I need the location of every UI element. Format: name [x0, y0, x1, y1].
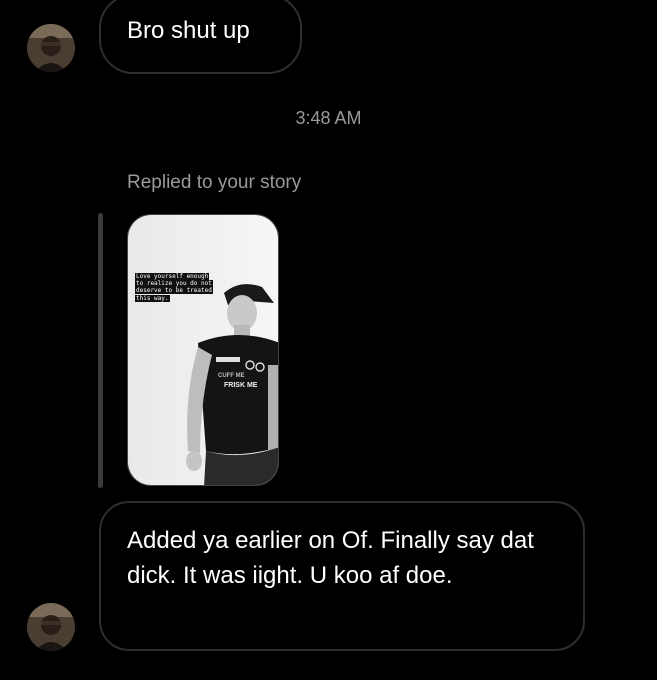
story-caption-line: Love yourself enough	[135, 273, 210, 280]
shirt-text-mid: CUFF ME	[218, 373, 245, 379]
message-bubble-incoming[interactable]: Bro shut up	[99, 0, 302, 74]
person-avatar-image	[27, 24, 75, 72]
shirt-text-bottom: FRISK ME	[224, 382, 258, 389]
person-avatar-image	[27, 603, 75, 651]
story-thumbnail[interactable]: CUFF ME FRISK ME Love yourself enough to…	[127, 214, 279, 486]
message-bubble-incoming[interactable]: Added ya earlier on Of. Finally say dat …	[99, 501, 585, 651]
story-caption: Love yourself enough to realize you do n…	[135, 273, 213, 302]
message-text: Added ya earlier on Of. Finally say dat …	[127, 527, 534, 589]
reply-indicator-bar	[98, 213, 103, 488]
story-caption-line: deserve to be treated	[135, 287, 213, 295]
story-caption-line: to realize you do not	[135, 280, 213, 288]
sender-avatar[interactable]	[27, 603, 75, 651]
story-reply-label: Replied to your story	[127, 172, 302, 193]
story-caption-line: this way.	[135, 294, 170, 302]
story-photo: CUFF ME FRISK ME	[128, 215, 278, 485]
message-timestamp: 3:48 AM	[295, 108, 362, 128]
message-text: Bro shut up	[127, 17, 250, 44]
sender-avatar[interactable]	[27, 24, 75, 72]
